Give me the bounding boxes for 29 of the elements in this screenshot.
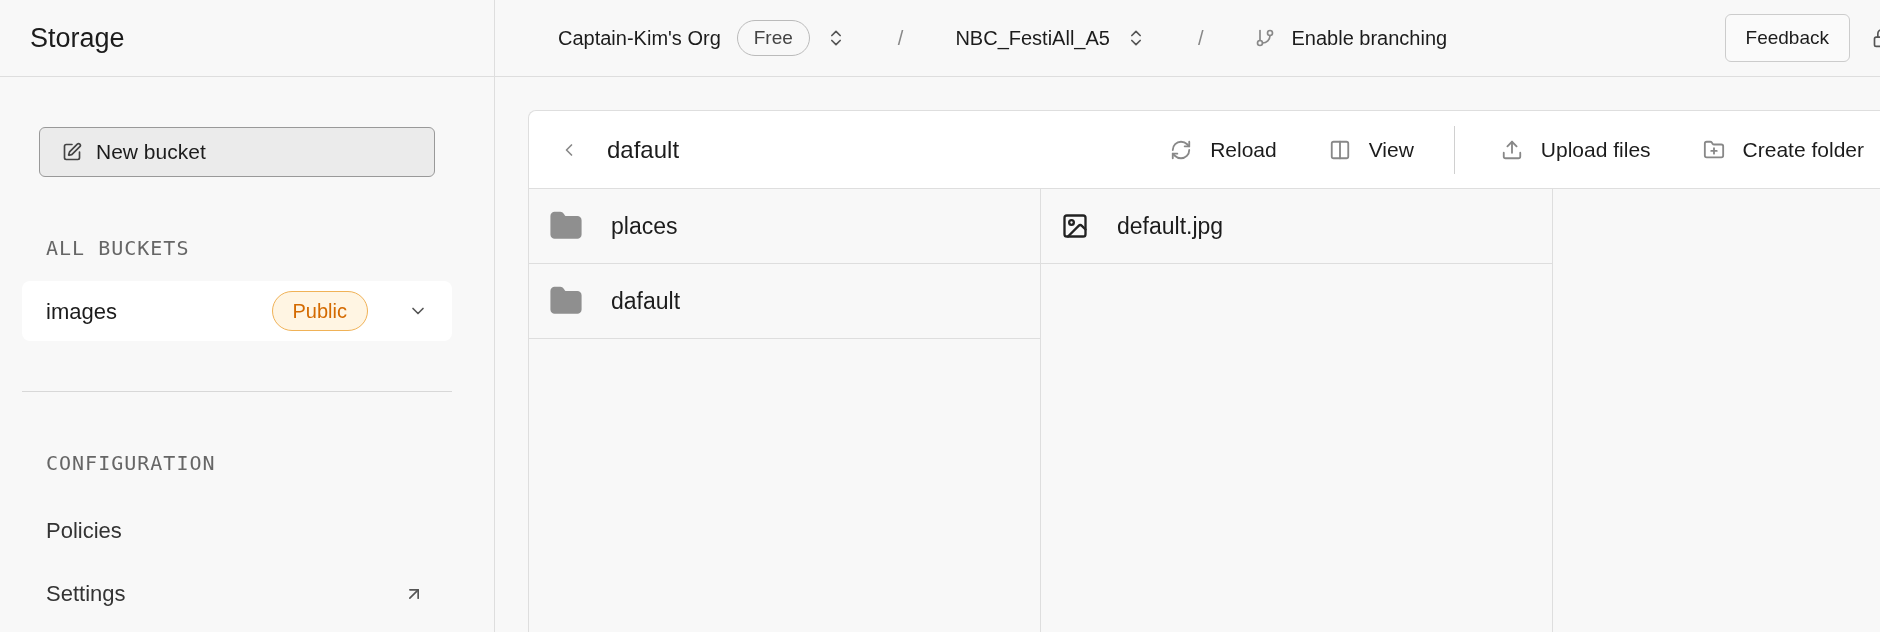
current-path: dafault — [607, 134, 681, 165]
sidebar-link[interactable]: Settings — [46, 577, 404, 610]
view-icon — [1328, 138, 1351, 161]
enable-branching-link[interactable]: Enable branching — [1291, 23, 1448, 53]
sidebar-link[interactable]: Policies — [46, 514, 428, 547]
folder-icon — [1702, 138, 1725, 161]
upload-icon — [1500, 138, 1523, 161]
branch-icon — [1255, 28, 1276, 48]
image-icon — [1061, 212, 1089, 240]
file-row[interactable]: default.jpg — [1041, 189, 1552, 264]
feedback-button[interactable]: Feedback — [1724, 13, 1850, 63]
reload-icon — [1170, 138, 1193, 161]
upload-button[interactable]: Upload files — [1500, 133, 1651, 166]
public-badge: Public — [271, 291, 368, 331]
view-button[interactable]: View — [1328, 133, 1414, 166]
breadcrumb-separator: / — [1197, 26, 1204, 51]
folder-button[interactable]: Create folder — [1702, 133, 1864, 166]
section-heading: CONFIGURATION — [46, 450, 217, 477]
edit-icon — [62, 142, 82, 162]
org-name[interactable]: Captain-Kim's Org — [558, 23, 721, 53]
file-row[interactable]: places — [529, 189, 1040, 264]
file-row[interactable]: dafault — [529, 264, 1040, 339]
page-title: Storage — [30, 21, 125, 55]
new-bucket-button[interactable]: New bucket — [39, 127, 435, 177]
bucket-item[interactable]: images Public — [22, 281, 452, 341]
section-heading: ALL BUCKETS — [46, 235, 191, 262]
project-name[interactable]: NBC_FestiAll_A5 — [955, 23, 1110, 53]
breadcrumb-separator: / — [897, 26, 904, 51]
reload-button[interactable]: Reload — [1170, 133, 1277, 166]
